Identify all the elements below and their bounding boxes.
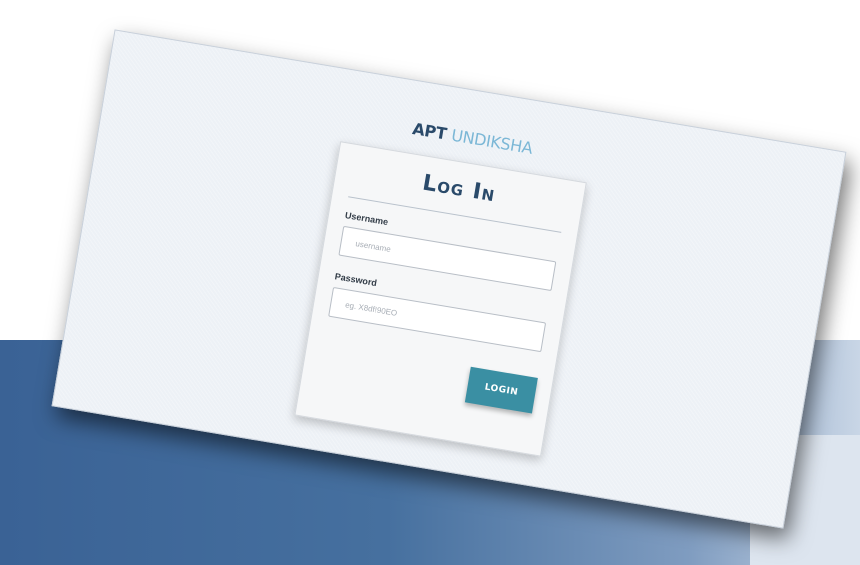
password-input[interactable] — [328, 286, 547, 353]
login-title: Log In — [420, 170, 498, 208]
login-card: Log In Username Password LOGIN — [294, 141, 587, 457]
password-label: Password — [334, 271, 378, 289]
login-button[interactable]: LOGIN — [464, 366, 538, 414]
username-label: Username — [344, 210, 389, 228]
brand-apt: APT — [411, 119, 448, 144]
brand-undiksha: UNDIKSHA — [449, 125, 534, 158]
